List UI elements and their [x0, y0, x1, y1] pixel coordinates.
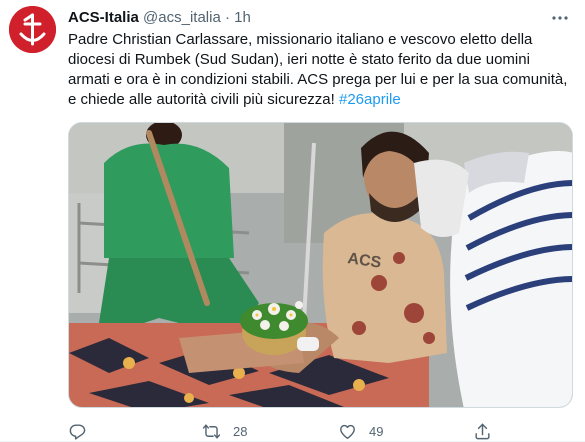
- tweet-text-line-content: e chiede alle autorità civili più sicure…: [68, 91, 335, 108]
- tweet-text: Padre Christian Carlassare, missionario …: [68, 30, 573, 110]
- tweet-text-line: diocesi di Rumbek (Sud Sudan), ieri nott…: [68, 51, 530, 68]
- retweet-count: 28: [233, 423, 248, 439]
- avatar[interactable]: [9, 6, 56, 53]
- author-handle[interactable]: @acs_italia: [143, 9, 221, 26]
- tweet[interactable]: ACS-Italia @acs_italia · 1h Padre Christ…: [0, 0, 585, 442]
- retweet-button[interactable]: 28: [202, 420, 247, 442]
- tweet-header: ACS-Italia @acs_italia · 1h: [68, 8, 251, 28]
- more-options-button[interactable]: [548, 6, 572, 30]
- hospital-photo: ACS: [69, 123, 572, 407]
- share-icon: [475, 423, 490, 439]
- acs-logo-icon: [9, 6, 56, 53]
- tweet-photo[interactable]: ACS: [68, 122, 573, 408]
- like-button[interactable]: 49: [338, 420, 383, 442]
- tweet-actions: 28 49: [68, 420, 573, 442]
- author-name[interactable]: ACS-Italia: [68, 9, 139, 26]
- separator-dot: ·: [224, 9, 230, 26]
- tweet-text-line: e chiede alle autorità civili più sicure…: [68, 90, 573, 110]
- reply-button[interactable]: [68, 420, 87, 442]
- retweet-icon: [202, 423, 221, 439]
- tweet-text-line: Padre Christian Carlassare, missionario …: [68, 31, 533, 48]
- share-button[interactable]: [473, 420, 492, 442]
- like-icon: [340, 424, 355, 439]
- hashtag-link[interactable]: #26aprile: [339, 91, 401, 108]
- reply-icon: [69, 423, 86, 440]
- like-count: 49: [369, 423, 384, 439]
- tweet-time[interactable]: 1h: [234, 9, 251, 26]
- tweet-text-line: armati e ora è in condizioni stabili. AC…: [68, 71, 568, 88]
- more-icon: [552, 16, 568, 20]
- striped-blanket: [450, 151, 572, 407]
